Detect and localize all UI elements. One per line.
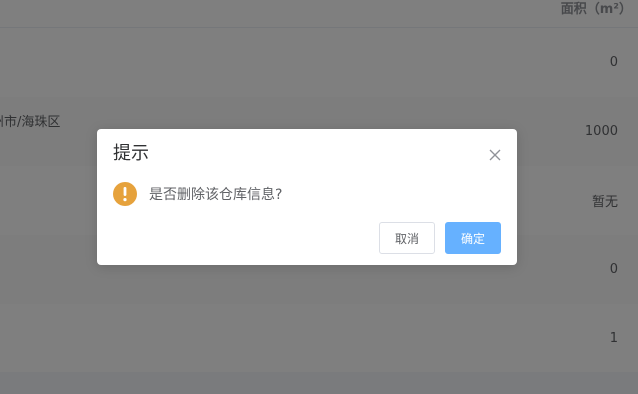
warning-icon: [113, 182, 137, 206]
confirm-button[interactable]: 确定: [445, 222, 501, 254]
dialog-message: 是否删除该仓库信息?: [149, 187, 283, 203]
confirm-dialog: 提示 是否删除该仓库信息? 取消 确定: [97, 129, 517, 265]
close-icon[interactable]: [487, 147, 503, 163]
cancel-button[interactable]: 取消: [379, 222, 435, 254]
dialog-body: 是否删除该仓库信息?: [113, 181, 282, 207]
dialog-title: 提示: [113, 143, 149, 164]
page: 面积（m²） 0 州市/海珠区 1000 暂无 0 1 提示: [0, 0, 638, 394]
